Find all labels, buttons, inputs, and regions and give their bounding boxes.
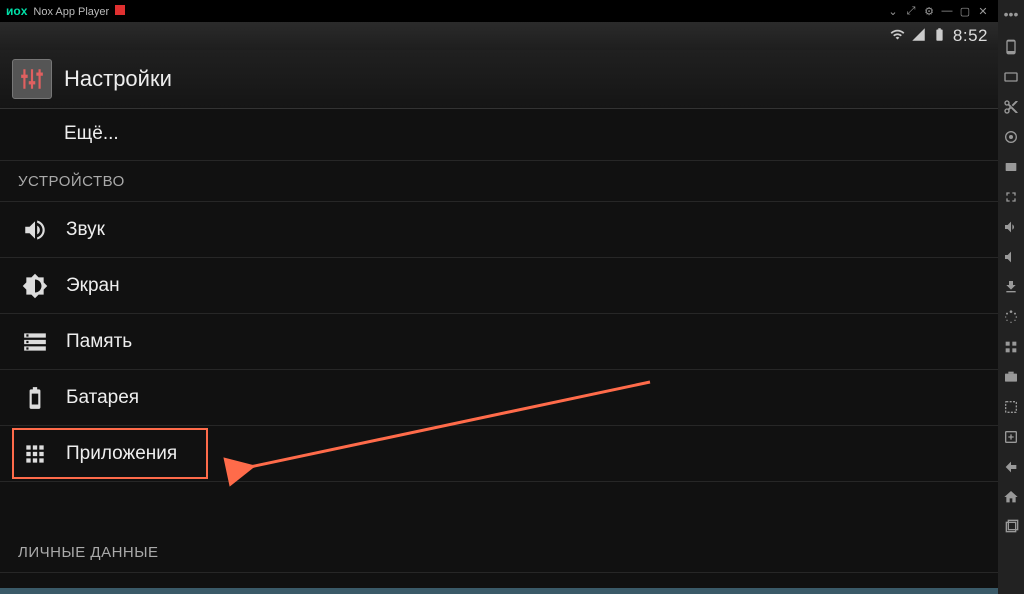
category-personal: ЛИЧНЫЕ ДАННЫЕ [0,532,998,573]
sidebar-rotate-icon[interactable] [1002,38,1020,56]
item-storage[interactable]: Память [0,314,998,370]
nox-window: ᴎox Nox App Player ⌄ ⤢ ⚙ — ▢ ✕ 8:52 Наст… [0,0,998,588]
signal-icon [911,27,926,46]
close-button[interactable]: ✕ [974,5,992,18]
item-label: Экран [66,275,120,297]
maximize-button[interactable]: ▢ [956,5,974,18]
android-screen: 8:52 Настройки Ещё... УСТРОЙСТВО Звук Эк… [0,22,998,588]
sidebar-location-icon[interactable] [1002,128,1020,146]
sidebar-add-icon[interactable] [1002,428,1020,446]
sound-icon [22,217,48,243]
sidebar-recent-icon[interactable] [1002,518,1020,536]
battery-setting-icon [22,385,48,411]
sidebar-grid-icon[interactable] [1002,338,1020,356]
settings-app-icon [12,59,52,99]
sidebar-keyboard-icon[interactable] [1002,68,1020,86]
clock: 8:52 [953,26,988,46]
settings-list: Ещё... УСТРОЙСТВО Звук Экран Память Бата… [0,108,998,588]
sidebar-home-icon[interactable] [1002,488,1020,506]
sidebar-back-icon[interactable] [1002,458,1020,476]
sidebar-folder-icon[interactable] [1002,158,1020,176]
sidebar-camera-icon[interactable] [1002,368,1020,386]
item-label: Приложения [66,443,177,465]
sidebar-screenshot-icon[interactable] [1002,398,1020,416]
dropdown-button[interactable]: ⌄ [884,5,902,18]
sidebar-volume-down-icon[interactable] [1002,248,1020,266]
item-more[interactable]: Ещё... [0,108,998,161]
item-battery[interactable]: Батарея [0,370,998,426]
item-apps[interactable]: Приложения [0,426,998,482]
display-icon [22,273,48,299]
item-label: Батарея [66,387,139,409]
item-display[interactable]: Экран [0,258,998,314]
minimize-button[interactable]: — [938,5,956,17]
sidebar-upload-icon[interactable] [1002,278,1020,296]
sidebar-loading-icon[interactable] [1002,308,1020,326]
restore-button[interactable]: ⤢ [902,5,920,18]
nox-logo: ᴎox [6,4,27,18]
sidebar-volume-up-icon[interactable] [1002,218,1020,236]
settings-header: Настройки [0,50,998,109]
red-indicator-icon [115,5,125,15]
sidebar-scissors-icon[interactable] [1002,98,1020,116]
item-label: Память [66,331,132,353]
category-device: УСТРОЙСТВО [0,161,998,202]
sidebar-more-icon[interactable]: ••• [1004,6,1019,26]
wifi-icon [890,27,905,46]
item-label: Звук [66,219,105,241]
titlebar: ᴎox Nox App Player ⌄ ⤢ ⚙ — ▢ ✕ [0,0,998,22]
battery-icon [932,27,947,46]
window-title: Nox App Player [33,5,884,18]
nox-sidebar: ••• [998,0,1024,594]
item-sound[interactable]: Звук [0,202,998,258]
settings-title: Настройки [64,66,172,92]
storage-icon [22,329,48,355]
apps-icon [22,441,48,467]
status-bar: 8:52 [0,22,998,50]
settings-button[interactable]: ⚙ [920,5,938,18]
sidebar-fullscreen-icon[interactable] [1002,188,1020,206]
